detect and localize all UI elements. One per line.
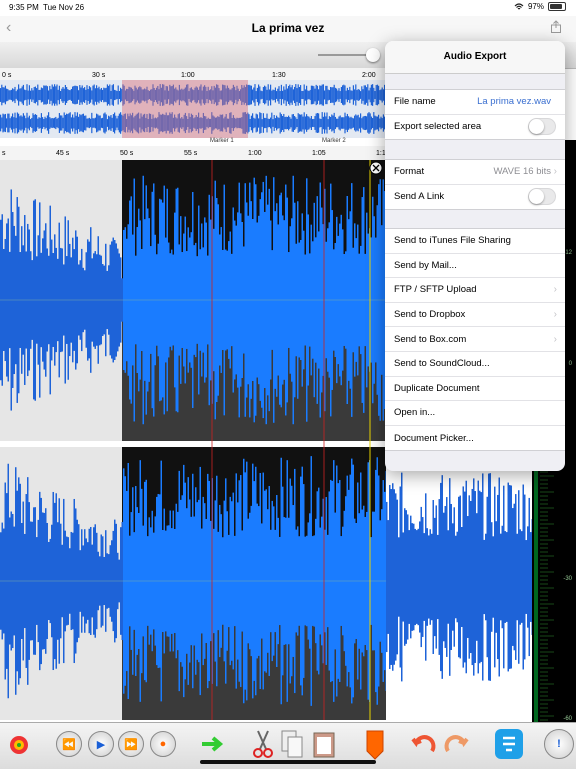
chevron-right-icon: › — [553, 309, 557, 321]
file-name-value[interactable]: La prima vez.wav — [477, 96, 551, 107]
format-value: WAVE 16 bits — [493, 166, 551, 178]
action-label: FTP / SFTP Upload — [394, 284, 477, 296]
document-title: La prima vez — [251, 21, 325, 35]
action-label: Document Picker... — [394, 432, 474, 444]
main-tick: 55 s — [184, 150, 198, 157]
wifi-icon — [514, 2, 524, 9]
audio-tool-icon[interactable] — [494, 728, 524, 760]
action-label: Send by Mail... — [394, 259, 457, 271]
share-icon[interactable] — [550, 20, 562, 33]
meter-label: 0 — [569, 361, 573, 367]
right-waveform-area — [386, 470, 533, 722]
send-link-label: Send A Link — [394, 191, 445, 203]
undo-icon[interactable] — [410, 731, 438, 759]
popover-title: Audio Export — [385, 41, 565, 74]
main-tick: s — [2, 150, 6, 157]
action-label: Duplicate Document — [394, 382, 480, 394]
action-box[interactable]: Send to Box.com › — [385, 327, 565, 352]
audio-export-popover: Audio Export File name La prima vez.wav … — [385, 41, 565, 471]
marker-flag-icon[interactable] — [364, 729, 386, 761]
action-open-in[interactable]: Open in... — [385, 401, 565, 426]
chevron-right-icon: › — [553, 333, 557, 345]
action-label: Send to Dropbox — [394, 309, 466, 321]
zoom-slider-knob[interactable] — [366, 48, 380, 62]
arrow-right-icon[interactable] — [200, 735, 226, 753]
action-dropbox[interactable]: Send to Dropbox › — [385, 303, 565, 328]
info-button[interactable]: ! — [544, 729, 574, 759]
overview-tick: 30 s — [92, 72, 106, 79]
cut-scissors-icon[interactable] — [252, 729, 274, 759]
action-itunes-sharing[interactable]: Send to iTunes File Sharing — [385, 229, 565, 254]
main-waveform[interactable] — [0, 160, 386, 720]
battery-percent: 97% — [527, 2, 544, 11]
overview-tick: 1:00 — [181, 72, 195, 79]
send-link-toggle[interactable] — [528, 188, 556, 206]
main-tick: 45 s — [56, 150, 70, 157]
action-label: Open in... — [394, 407, 436, 419]
settings-gear-icon[interactable] — [6, 732, 32, 758]
format-label: Format — [394, 166, 425, 178]
action-label: Send to iTunes File Sharing — [394, 235, 511, 247]
action-document-picker[interactable]: Document Picker... — [385, 426, 565, 451]
nav-bar: ‹ La prima vez — [0, 16, 576, 42]
record-button[interactable]: ● — [150, 731, 176, 757]
close-selection-icon — [369, 161, 383, 175]
marker-2-label[interactable]: Marker 2 — [322, 138, 346, 144]
format-row[interactable]: Format WAVE 16 bits › — [385, 160, 565, 185]
main-tick: 1:00 — [248, 150, 262, 157]
redo-icon[interactable] — [442, 731, 470, 759]
export-selected-label: Export selected area — [394, 121, 482, 133]
rewind-button[interactable]: ⏪ — [56, 731, 82, 757]
overview-tick: 0 s — [2, 72, 12, 79]
right-waveform — [386, 472, 533, 682]
overview-selection[interactable] — [122, 80, 248, 138]
overview-tick: 2:00 — [362, 72, 376, 79]
paste-clipboard-icon[interactable] — [312, 729, 336, 759]
status-right: 97% — [514, 2, 566, 11]
marker-1-label[interactable]: Marker 1 — [210, 138, 234, 144]
file-name-label: File name — [394, 96, 436, 108]
status-date: Tue Nov 26 — [43, 3, 85, 12]
fast-forward-button[interactable]: ⏩ — [118, 731, 144, 757]
actions-group: Send to iTunes File Sharing Send by Mail… — [385, 228, 565, 452]
action-soundcloud[interactable]: Send to SoundCloud... — [385, 352, 565, 377]
send-link-row: Send A Link — [385, 185, 565, 210]
file-settings-group: File name La prima vez.wav Export select… — [385, 89, 565, 141]
action-label: Send to SoundCloud... — [394, 358, 490, 370]
action-label: Send to Box.com — [394, 333, 467, 345]
main-tick: 50 s — [120, 150, 134, 157]
status-time: 9:35 PM — [9, 3, 39, 12]
main-tick: 1:05 — [312, 150, 326, 157]
battery-icon — [548, 2, 566, 11]
export-selected-row: Export selected area — [385, 115, 565, 140]
chevron-right-icon: › — [553, 166, 557, 178]
main-time-ruler: s 45 s 50 s 55 s 1:00 1:05 1:10 Marker 1… — [0, 138, 390, 161]
action-duplicate[interactable]: Duplicate Document — [385, 377, 565, 402]
meter-label: -30 — [563, 576, 572, 582]
status-bar: 9:35 PM Tue Nov 26 97% — [0, 0, 576, 16]
copy-icon[interactable] — [280, 729, 304, 759]
action-send-mail[interactable]: Send by Mail... — [385, 254, 565, 279]
action-ftp-upload[interactable]: FTP / SFTP Upload › — [385, 278, 565, 303]
file-name-row[interactable]: File name La prima vez.wav — [385, 90, 565, 115]
export-selected-toggle[interactable] — [528, 118, 556, 136]
overview-tick: 1:30 — [272, 72, 286, 79]
play-button[interactable]: ▶ — [88, 731, 114, 757]
home-indicator — [200, 760, 376, 764]
chevron-right-icon: › — [553, 284, 557, 296]
format-group: Format WAVE 16 bits › Send A Link — [385, 159, 565, 211]
